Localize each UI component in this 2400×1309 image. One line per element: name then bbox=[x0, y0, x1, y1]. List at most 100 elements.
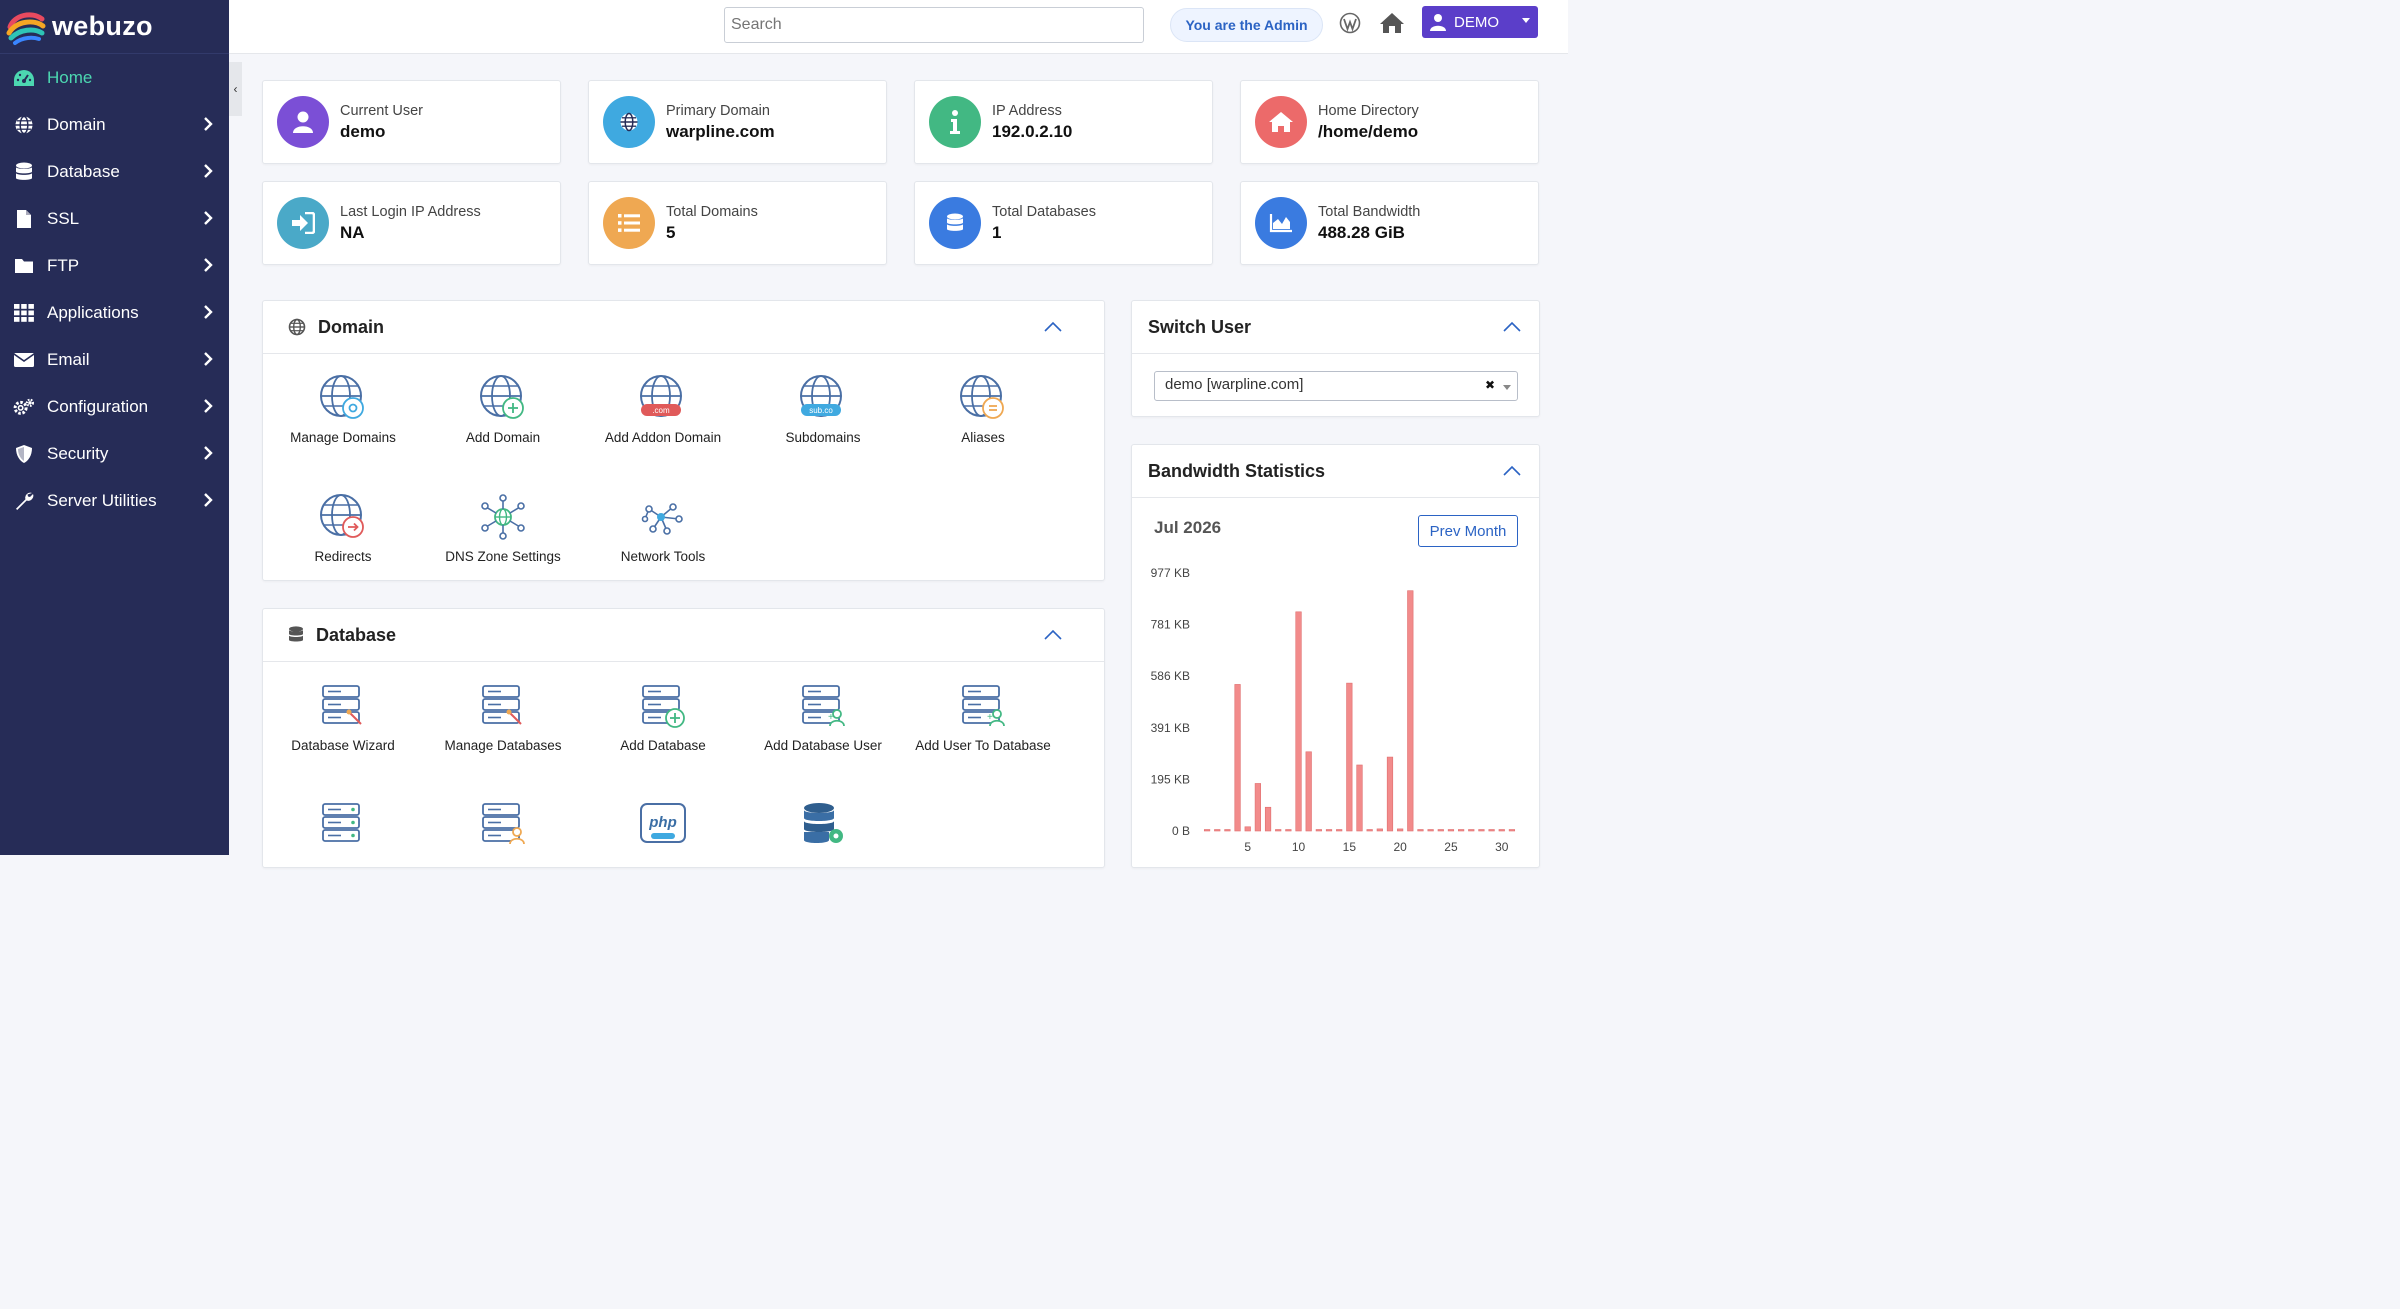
tile-add-user-to-database[interactable]: + Add User To Database bbox=[903, 680, 1063, 755]
switch-user-header[interactable]: Switch User bbox=[1132, 301, 1539, 354]
bar-day-25[interactable] bbox=[1447, 829, 1455, 832]
info-card-value: warpline.com bbox=[666, 121, 775, 141]
domain-panel-header[interactable]: Domain bbox=[263, 301, 1104, 354]
bar-day-30[interactable] bbox=[1498, 829, 1505, 832]
tile-database-wizard[interactable]: Database Wizard bbox=[263, 680, 423, 755]
aliases-icon bbox=[903, 372, 1063, 422]
tile-add-database[interactable]: Add Database bbox=[583, 680, 743, 755]
bar-day-20[interactable] bbox=[1397, 828, 1404, 832]
bar-day-10[interactable] bbox=[1295, 611, 1302, 832]
tile-manage-domains[interactable]: Manage Domains bbox=[263, 372, 423, 447]
sidebar-item-label: Home bbox=[47, 67, 93, 87]
info-card-value: 488.28 GiB bbox=[1318, 222, 1405, 242]
bar-day-8[interactable] bbox=[1275, 829, 1282, 832]
sidebar-item-applications[interactable]: Applications bbox=[0, 289, 229, 336]
tile-redirects[interactable]: Redirects bbox=[263, 491, 423, 566]
sidebar-collapse-toggle[interactable]: ‹ bbox=[229, 62, 242, 116]
manage-databases-icon bbox=[423, 680, 583, 730]
tile-add-addon-domain[interactable]: .com Add Addon Domain bbox=[583, 372, 743, 447]
sidebar-item-label: Email bbox=[47, 349, 90, 369]
collapse-up-icon[interactable] bbox=[1503, 465, 1521, 476]
sidebar-item-ftp[interactable]: FTP bbox=[0, 242, 229, 289]
bar-day-23[interactable] bbox=[1427, 829, 1434, 832]
bar-day-27[interactable] bbox=[1468, 829, 1475, 832]
collapse-up-icon[interactable] bbox=[1044, 321, 1062, 332]
sidebar-item-label: Database bbox=[47, 161, 120, 181]
bar-day-15[interactable] bbox=[1346, 682, 1353, 832]
caret-down-icon bbox=[1522, 18, 1530, 23]
user-menu-button[interactable]: DEMO bbox=[1422, 6, 1538, 38]
bar-day-31[interactable] bbox=[1508, 829, 1516, 832]
brand-logo[interactable]: webuzo bbox=[0, 0, 229, 54]
bar-day-7[interactable] bbox=[1264, 806, 1272, 832]
bar-day-22[interactable] bbox=[1417, 829, 1424, 832]
tile-dns-zone-settings[interactable]: DNS Zone Settings bbox=[423, 491, 583, 566]
sidebar-item-server-utilities[interactable]: Server Utilities bbox=[0, 477, 229, 524]
sidebar-item-email[interactable]: Email bbox=[0, 336, 229, 383]
bar-day-17[interactable] bbox=[1366, 829, 1373, 832]
bar-day-24[interactable] bbox=[1437, 829, 1444, 832]
sidebar-item-label: Applications bbox=[47, 302, 139, 322]
tile-add-domain[interactable]: Add Domain bbox=[423, 372, 583, 447]
sidebar: webuzo Home Domain Database SSL FTP Applicati… bbox=[0, 0, 229, 855]
bar-day-13[interactable] bbox=[1325, 829, 1333, 832]
sidebar-item-home[interactable]: Home bbox=[0, 54, 229, 101]
bar-day-28[interactable] bbox=[1478, 829, 1485, 832]
switch-user-select[interactable]: demo [warpline.com] ✖ bbox=[1154, 371, 1518, 401]
tile-server[interactable] bbox=[263, 798, 423, 848]
bar-day-3[interactable] bbox=[1224, 829, 1231, 832]
database-panel-header[interactable]: Database bbox=[263, 609, 1104, 662]
sidebar-item-domain[interactable]: Domain bbox=[0, 101, 229, 148]
tile-network-tools[interactable]: Network Tools bbox=[583, 491, 743, 566]
tile-database-settings[interactable] bbox=[743, 798, 903, 848]
collapse-up-icon[interactable] bbox=[1044, 629, 1062, 640]
sidebar-item-label: Domain bbox=[47, 114, 106, 134]
bar-day-12[interactable] bbox=[1315, 829, 1322, 832]
bar-day-11[interactable] bbox=[1305, 751, 1312, 832]
tile-manage-databases[interactable]: Manage Databases bbox=[423, 680, 583, 755]
list-icon bbox=[603, 197, 655, 249]
tile-label: Add Database bbox=[620, 738, 706, 753]
sidebar-item-ssl[interactable]: SSL bbox=[0, 195, 229, 242]
sidebar-item-label: Security bbox=[47, 443, 109, 463]
bar-day-29[interactable] bbox=[1488, 829, 1495, 832]
bar-day-5[interactable] bbox=[1244, 826, 1251, 832]
bandwidth-header[interactable]: Bandwidth Statistics bbox=[1132, 445, 1539, 498]
prev-month-button[interactable]: Prev Month bbox=[1418, 515, 1518, 547]
bar-day-19[interactable] bbox=[1386, 756, 1394, 832]
sidebar-item-configuration[interactable]: Configuration bbox=[0, 383, 229, 430]
sidebar-item-database[interactable]: Database bbox=[0, 148, 229, 195]
info-card-value: 192.0.2.10 bbox=[992, 121, 1073, 141]
tile-subdomains[interactable]: sub.co Subdomains bbox=[743, 372, 903, 447]
database-icon bbox=[13, 161, 35, 183]
admin-status-badge[interactable]: You are the Admin bbox=[1170, 8, 1323, 42]
dropdown-arrow-icon[interactable] bbox=[1503, 385, 1511, 390]
bar-day-4[interactable] bbox=[1234, 684, 1241, 832]
bar-day-16[interactable] bbox=[1356, 764, 1363, 832]
bar-day-9[interactable] bbox=[1285, 829, 1292, 832]
tile-aliases[interactable]: Aliases bbox=[903, 372, 1063, 447]
bar-day-6[interactable] bbox=[1254, 783, 1261, 832]
bar-day-14[interactable] bbox=[1336, 829, 1343, 832]
tile-phpmyadmin[interactable]: php bbox=[583, 798, 743, 848]
info-card-total-domains: Total Domains 5 bbox=[588, 181, 887, 265]
bar-day-1[interactable] bbox=[1203, 829, 1211, 832]
tile-database-user[interactable] bbox=[423, 798, 583, 848]
home-icon[interactable] bbox=[1379, 11, 1405, 35]
database-settings-icon bbox=[743, 798, 903, 848]
bar-day-2[interactable] bbox=[1214, 829, 1221, 832]
wordpress-icon[interactable] bbox=[1339, 12, 1361, 34]
bar-day-21[interactable] bbox=[1407, 590, 1414, 832]
tile-add-database-user[interactable]: + Add Database User bbox=[743, 680, 903, 755]
add-domain-icon bbox=[423, 372, 583, 422]
network-tools-icon bbox=[583, 491, 743, 541]
chevron-right-icon bbox=[203, 210, 213, 231]
tile-label: Redirects bbox=[314, 549, 372, 564]
bar-day-18[interactable] bbox=[1376, 828, 1383, 832]
bar-day-26[interactable] bbox=[1458, 829, 1465, 832]
search-input[interactable] bbox=[724, 7, 1144, 43]
info-card-label: Current User bbox=[340, 102, 423, 119]
clear-selection-icon[interactable]: ✖ bbox=[1485, 378, 1495, 392]
collapse-up-icon[interactable] bbox=[1503, 321, 1521, 332]
sidebar-item-security[interactable]: Security bbox=[0, 430, 229, 477]
